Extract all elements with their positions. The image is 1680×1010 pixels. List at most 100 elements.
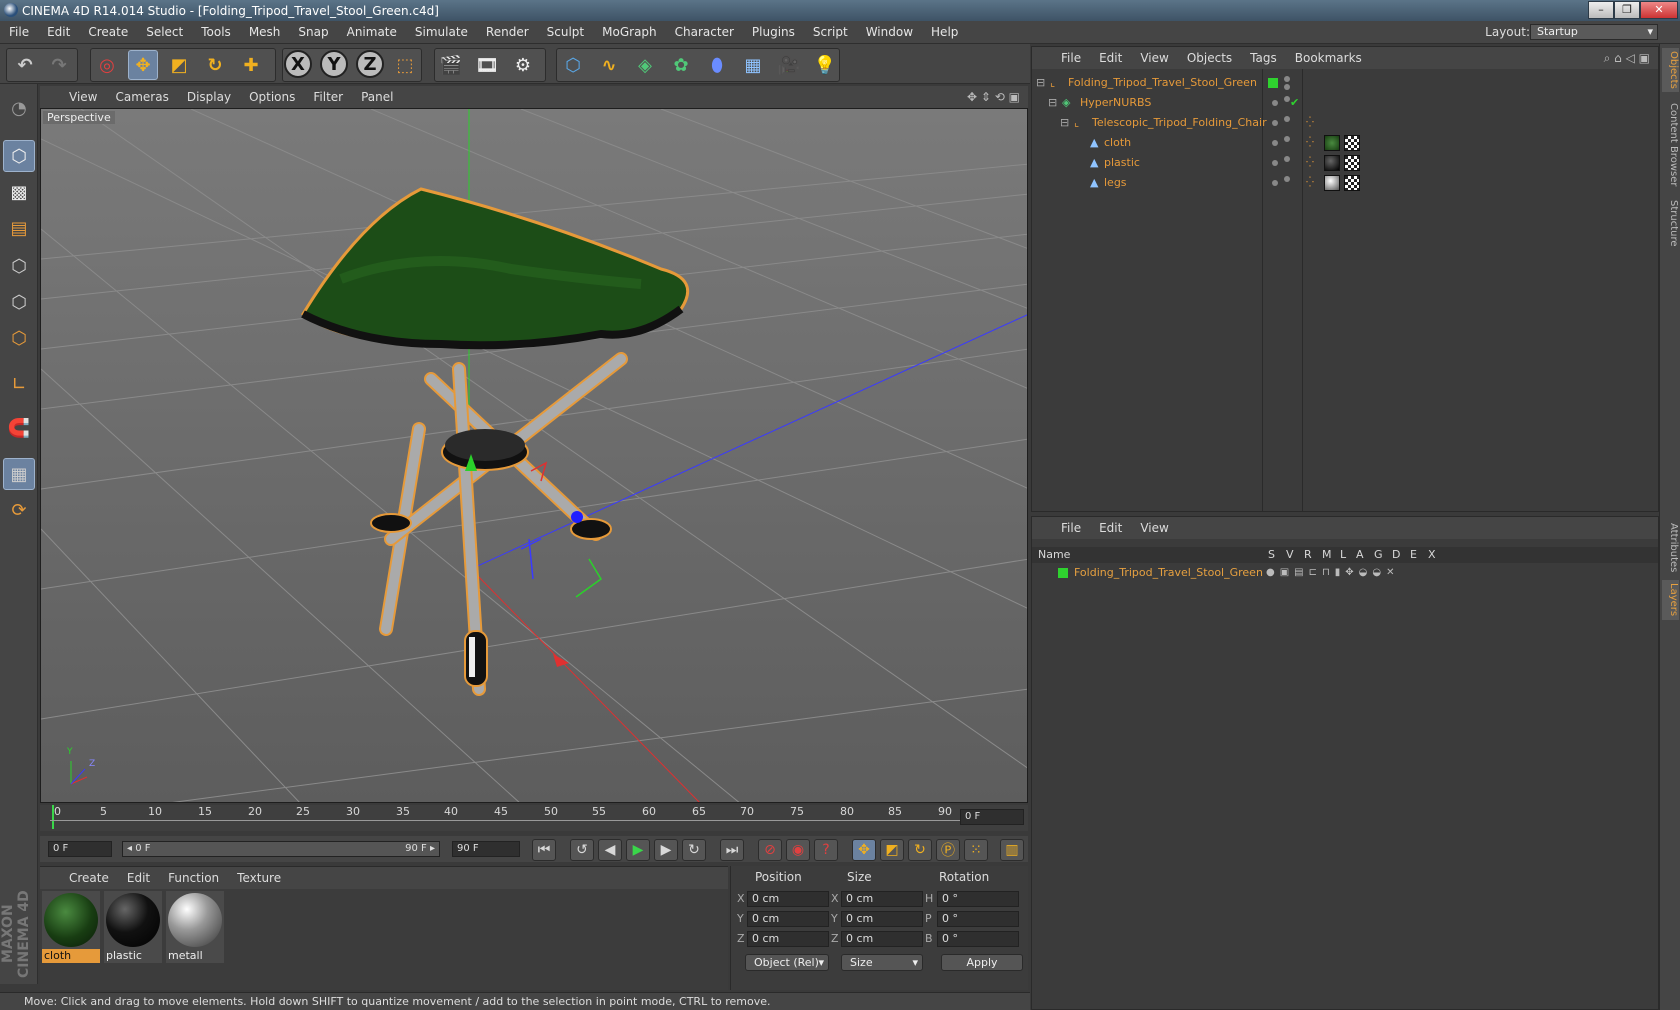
object-row[interactable]: ⊟ ◈ HyperNURBS ✔ <box>1032 93 1658 113</box>
menu-edit[interactable]: Edit <box>38 25 79 39</box>
render-picture-viewer-icon[interactable]: 🎞 <box>472 50 502 80</box>
min-frame-field[interactable]: 0 F <box>48 841 112 857</box>
workplane-mode-icon[interactable]: ▤ <box>3 212 35 244</box>
menu-tools[interactable]: Tools <box>192 25 240 39</box>
menu-help[interactable]: Help <box>922 25 967 39</box>
material-menu-create[interactable]: Create <box>60 871 118 885</box>
move-tool-icon[interactable]: ✥ <box>128 50 158 80</box>
object-menu-view[interactable]: View <box>1131 51 1177 65</box>
material-swatch-cloth[interactable]: cloth <box>42 891 100 963</box>
record-rotation-icon[interactable]: ↻ <box>908 839 932 861</box>
close-button[interactable]: ✕ <box>1640 1 1678 19</box>
material-menu-texture[interactable]: Texture <box>228 871 290 885</box>
light-icon[interactable]: 💡 <box>810 50 840 80</box>
tab-attributes[interactable]: Attributes <box>1662 520 1679 576</box>
menu-mograph[interactable]: MoGraph <box>593 25 666 39</box>
render-visibility-dot[interactable] <box>1284 84 1290 90</box>
record-position-icon[interactable]: ✥ <box>852 839 876 861</box>
rotation-h-field[interactable]: 0 ° <box>937 891 1019 907</box>
x-axis-lock-button[interactable]: X <box>284 50 312 78</box>
render-visibility-dot[interactable] <box>1284 116 1290 122</box>
object-menu-bookmarks[interactable]: Bookmarks <box>1286 51 1371 65</box>
viewport-menu-filter[interactable]: Filter <box>304 90 352 104</box>
editor-visibility-dot[interactable] <box>1272 100 1278 106</box>
camera-icon[interactable]: 🎥 <box>774 50 804 80</box>
redo-icon[interactable]: ↷ <box>44 50 74 80</box>
material-swatch-metall[interactable]: metall <box>166 891 224 963</box>
uvw-tag-icon[interactable] <box>1344 175 1360 191</box>
menu-mesh[interactable]: Mesh <box>240 25 290 39</box>
next-key-icon[interactable]: ↻ <box>682 839 706 861</box>
menu-create[interactable]: Create <box>79 25 137 39</box>
object-row[interactable]: ▲ plastic ⁛ <box>1032 153 1658 173</box>
locked-workplane-icon[interactable]: ▦ <box>3 458 35 490</box>
editor-visibility-dot[interactable] <box>1272 140 1278 146</box>
z-axis-lock-button[interactable]: Z <box>356 50 384 78</box>
previous-frame-icon[interactable]: ◀ <box>598 839 622 861</box>
collapse-icon[interactable]: ⊟ <box>1036 73 1045 93</box>
viewport-navigation-icons[interactable]: ✥ ⇕ ⟲ ▣ <box>967 90 1020 104</box>
display-tag-icon[interactable]: ⁛ <box>1306 113 1314 133</box>
object-row[interactable]: ⊟ ⌞ Telescopic_Tripod_Folding_Chair ⁛ <box>1032 113 1658 133</box>
render-settings-icon[interactable]: ⚙ <box>508 50 538 80</box>
search-icon[interactable]: ⌕ ⌂ ◁ ▣ <box>1604 51 1650 66</box>
record-point-level-icon[interactable]: ⁙ <box>964 839 988 861</box>
render-view-icon[interactable]: 🎬 <box>436 50 466 80</box>
object-menu-tags[interactable]: Tags <box>1241 51 1286 65</box>
polygons-mode-icon[interactable]: ⬡ <box>3 322 35 354</box>
play-icon[interactable]: ▶ <box>626 839 650 861</box>
viewport-menu-cameras[interactable]: Cameras <box>106 90 177 104</box>
editor-visibility-dot[interactable] <box>1272 120 1278 126</box>
record-scale-icon[interactable]: ◩ <box>880 839 904 861</box>
editor-visibility-dot[interactable] <box>1272 180 1278 186</box>
layer-flag-icons[interactable]: ●▣▤⊏⊓▮✥◒◒✕ <box>1266 563 1400 583</box>
cube-icon[interactable]: ⬡ <box>558 50 588 80</box>
snap-magnet-icon[interactable]: 🧲 <box>3 412 35 444</box>
enabled-check-icon[interactable]: ✔ <box>1290 93 1299 113</box>
material-menu-edit[interactable]: Edit <box>118 871 159 885</box>
timeline-window-icon[interactable]: ▥ <box>1000 839 1024 861</box>
view-column-header[interactable]: V <box>1286 548 1294 561</box>
array-icon[interactable]: ✿ <box>666 50 696 80</box>
phong-tag-icon[interactable]: ⁛ <box>1306 153 1314 173</box>
rotation-b-field[interactable]: 0 ° <box>937 931 1019 947</box>
record-parameter-icon[interactable]: Ⓟ <box>936 839 960 861</box>
locked-column-header[interactable]: L <box>1340 548 1346 561</box>
menu-snap[interactable]: Snap <box>289 25 337 39</box>
live-selection-icon[interactable]: ◎ <box>92 50 122 80</box>
material-tag-plastic[interactable] <box>1324 155 1340 171</box>
tripod-stool-model[interactable] <box>301 187 690 696</box>
object-menu-edit[interactable]: Edit <box>1090 51 1131 65</box>
previous-key-icon[interactable]: ↺ <box>570 839 594 861</box>
coordinate-system-icon[interactable]: ⬚ <box>390 50 420 80</box>
current-frame-field[interactable]: 0 F <box>960 809 1024 825</box>
layer-color-swatch[interactable] <box>1058 568 1068 578</box>
layer-menu-file[interactable]: File <box>1052 521 1090 535</box>
menu-character[interactable]: Character <box>666 25 743 39</box>
tab-objects[interactable]: Objects <box>1662 48 1679 92</box>
render-column-header[interactable]: R <box>1304 548 1312 561</box>
scale-tool-icon[interactable]: ◩ <box>164 50 194 80</box>
nurbs-icon[interactable]: ◈ <box>630 50 660 80</box>
deformers-column-header[interactable]: D <box>1392 548 1400 561</box>
solo-column-header[interactable]: S <box>1268 548 1275 561</box>
size-z-field[interactable]: 0 cm <box>841 931 923 947</box>
menu-script[interactable]: Script <box>804 25 857 39</box>
deformer-icon[interactable]: ⬮ <box>702 50 732 80</box>
manager-column-header[interactable]: M <box>1322 548 1332 561</box>
coordinate-mode-dropdown[interactable]: Object (Rel) ▾ <box>745 954 829 971</box>
menu-animate[interactable]: Animate <box>338 25 406 39</box>
menu-window[interactable]: Window <box>857 25 922 39</box>
points-mode-icon[interactable]: ⬡ <box>3 250 35 282</box>
phong-tag-icon[interactable]: ⁛ <box>1306 173 1314 193</box>
tab-structure[interactable]: Structure <box>1662 196 1679 250</box>
size-x-field[interactable]: 0 cm <box>841 891 923 907</box>
model-mode-icon[interactable]: ⬡ <box>3 140 35 172</box>
undo-icon[interactable]: ↶ <box>10 50 40 80</box>
viewport-menu-display[interactable]: Display <box>178 90 240 104</box>
position-z-field[interactable]: 0 cm <box>747 931 829 947</box>
menu-select[interactable]: Select <box>137 25 192 39</box>
floor-icon[interactable]: ▦ <box>738 50 768 80</box>
z-axis-handle[interactable] <box>571 511 583 523</box>
render-visibility-dot[interactable] <box>1284 176 1290 182</box>
